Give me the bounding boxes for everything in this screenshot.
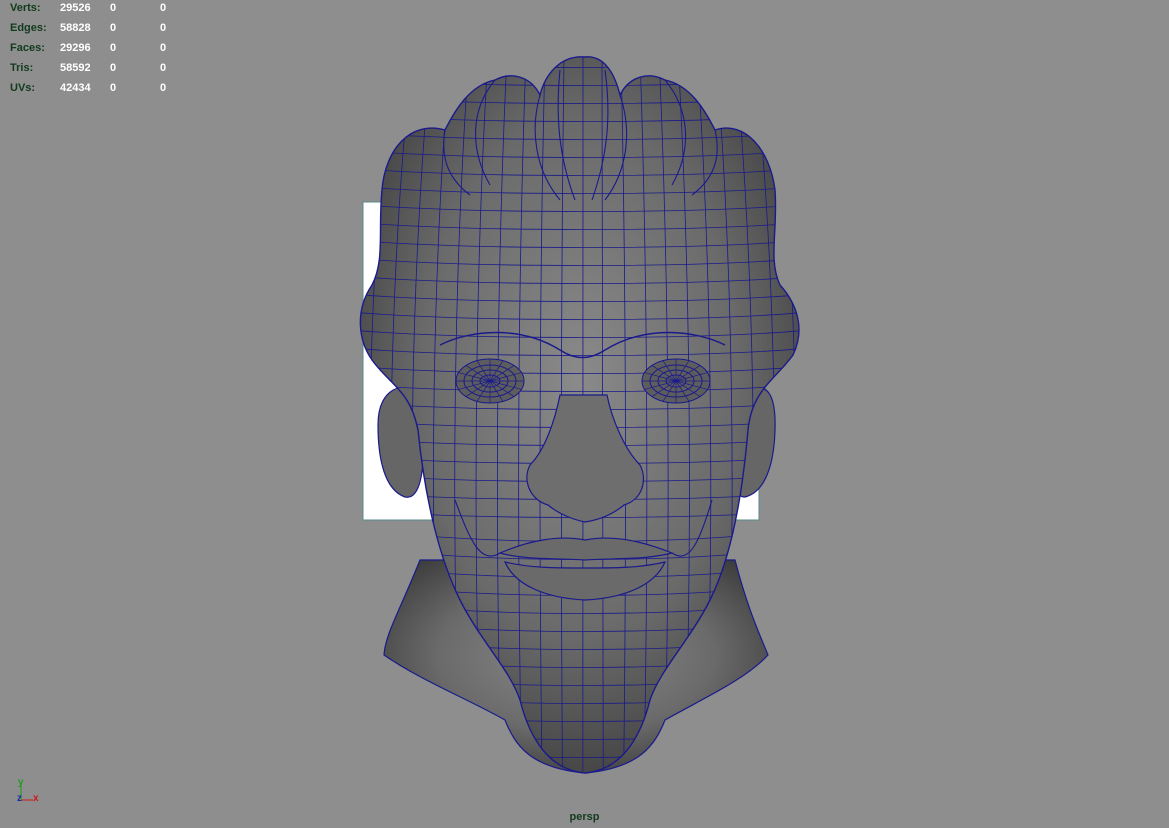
axis-z-label: z <box>17 793 22 804</box>
hud-value-extra: 0 <box>160 82 167 94</box>
camera-name-label: persp <box>569 811 600 823</box>
hud-value-extra: 0 <box>160 22 167 34</box>
wire-edge-horizontal <box>350 780 810 794</box>
hud-label: UVs: <box>10 82 36 94</box>
hud-value-extra: 0 <box>160 42 167 54</box>
hud-value-selected: 0 <box>110 62 117 74</box>
head-model-wireframe[interactable] <box>0 0 1169 828</box>
hud-row: Tris: 58592 0 0 <box>10 58 200 78</box>
hud-label: Verts: <box>10 2 41 14</box>
hud-value-selected: 0 <box>110 82 117 94</box>
hud-value-total: 58828 <box>60 22 91 34</box>
axis-x-label: x <box>33 793 39 804</box>
wire-edge-vertical <box>791 56 799 773</box>
wire-edge-vertical <box>811 55 839 780</box>
hud-label: Edges: <box>10 22 47 34</box>
hud-label: Tris: <box>10 62 34 74</box>
wire-edge-vertical <box>772 56 797 773</box>
hud-value-selected: 0 <box>110 42 117 54</box>
hud-value-total: 29526 <box>60 2 91 14</box>
axis-gizmo: y z x <box>15 776 55 808</box>
hud-value-total: 58592 <box>60 62 91 74</box>
hud-label: Faces: <box>10 42 45 54</box>
hud-value-selected: 0 <box>110 22 117 34</box>
hud-row: Verts: 29526 0 0 <box>10 0 200 18</box>
hud-value-extra: 0 <box>160 2 167 14</box>
wire-edge-vertical <box>327 55 355 780</box>
head-mesh[interactable] <box>327 55 839 794</box>
hud-value-total: 42434 <box>60 82 91 94</box>
perspective-viewport[interactable]: Verts: 29526 0 0 Edges: 58828 0 0 Faces: 29296 0 0 T… <box>0 0 1169 828</box>
hud-value-total: 29296 <box>60 42 91 54</box>
hud-value-selected: 0 <box>110 2 117 14</box>
hud-row: UVs: 42434 0 0 <box>10 78 200 98</box>
axis-y-label: y <box>18 777 24 788</box>
hud-value-extra: 0 <box>160 62 167 74</box>
poly-count-hud: Verts: 29526 0 0 Edges: 58828 0 0 Faces: 29296 0 0 T… <box>10 0 200 98</box>
hud-row: Edges: 58828 0 0 <box>10 18 200 38</box>
hud-row: Faces: 29296 0 0 <box>10 38 200 58</box>
